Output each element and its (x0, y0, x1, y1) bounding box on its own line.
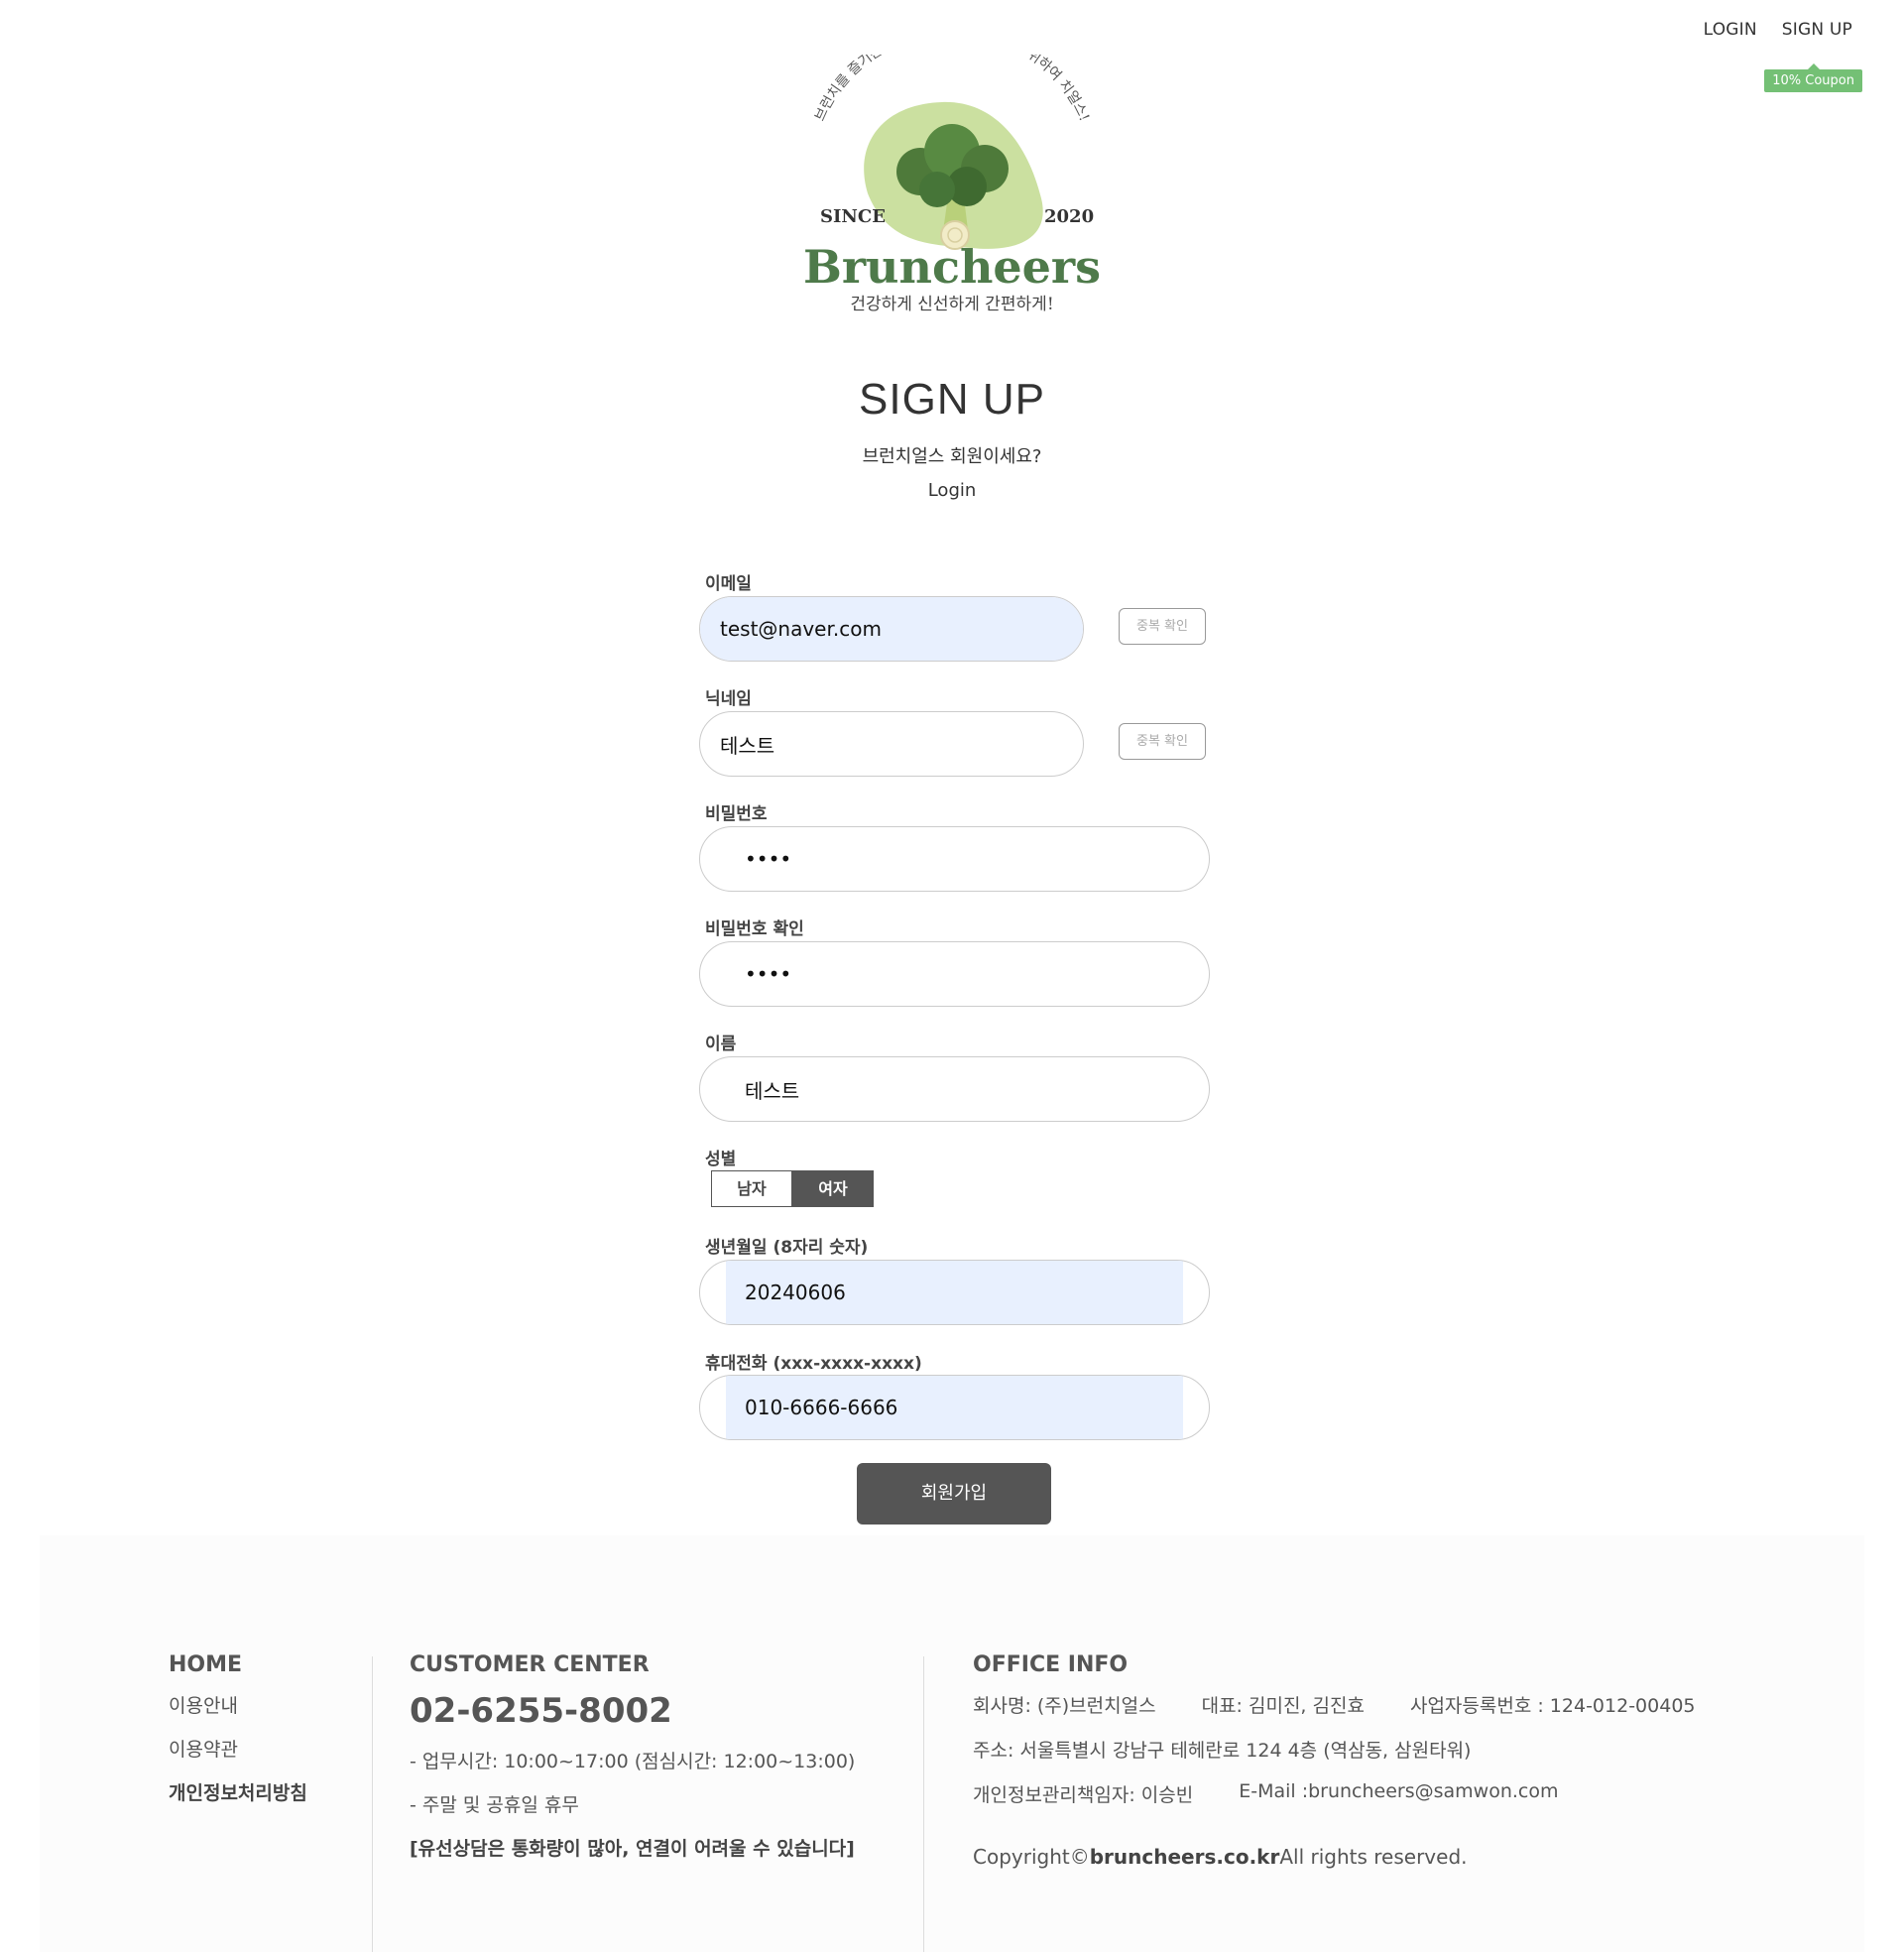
nickname-field-wrapper (699, 711, 1084, 777)
footer-link-guide[interactable]: 이용안내 (169, 1691, 307, 1718)
footer-customer-title: CUSTOMER CENTER (410, 1652, 650, 1677)
signup-submit-button[interactable]: 회원가입 (857, 1463, 1051, 1525)
bruncheers-logo[interactable]: 브런치를 즐기는 브런치어, 당신의 건강을 위하여 치얼스! SINCE 20… (778, 55, 1126, 332)
footer-privacy-officer: 개인정보관리책임자: 이승빈 (973, 1784, 1194, 1806)
email-field-wrapper (699, 596, 1084, 662)
login-nav-link[interactable]: LOGIN (1704, 20, 1757, 40)
gender-toggle: 남자 여자 (711, 1170, 874, 1207)
footer-customer-phone: 02-6255-8002 (410, 1691, 672, 1731)
logo-slogan: 건강하게 신선하게 간편하게! (850, 295, 1053, 314)
footer-copyright-domain: bruncheers.co.kr (1089, 1845, 1280, 1869)
footer-copyright: Copyright©bruncheers.co.krAll rights res… (973, 1845, 1468, 1869)
top-nav: LOGIN SIGN UP (1704, 20, 1852, 40)
password-field[interactable] (700, 827, 1209, 891)
phone-field[interactable] (700, 1376, 1209, 1439)
footer-office-title: OFFICE INFO (973, 1652, 1129, 1677)
name-field-wrapper (699, 1056, 1210, 1122)
footer-home-title[interactable]: HOME (169, 1652, 307, 1677)
password-label: 비밀번호 (705, 804, 768, 824)
page-title: SIGN UP (859, 375, 1045, 424)
phone-label: 휴대전화 (xxx-xxxx-xxxx) (705, 1354, 922, 1374)
footer-customer-hours: - 업무시간: 10:00~17:00 (점심시간: 12:00~13:00) (410, 1751, 856, 1772)
email-dup-check-button[interactable]: 중복 확인 (1119, 608, 1206, 645)
nickname-label: 닉네임 (705, 689, 752, 709)
email-field[interactable] (700, 597, 1083, 661)
page-subtitle: 브런치얼스 회원이세요? (862, 446, 1042, 467)
password-confirm-label: 비밀번호 확인 (705, 919, 804, 939)
password-confirm-field[interactable] (700, 942, 1209, 1006)
nickname-dup-check-button[interactable]: 중복 확인 (1119, 723, 1206, 760)
footer: HOME 이용안내 이용약관 개인정보처리방침 CUSTOMER CENTER … (40, 1535, 1864, 1952)
phone-field-wrapper (699, 1375, 1210, 1440)
coupon-badge[interactable]: 10% Coupon (1764, 63, 1862, 92)
gender-female-option[interactable]: 여자 (792, 1170, 874, 1207)
footer-home-column: HOME 이용안내 이용약관 개인정보처리방침 (169, 1652, 307, 1822)
footer-customer-holiday: - 주말 및 공휴일 휴무 (410, 1794, 579, 1816)
birth-field-wrapper (699, 1260, 1210, 1325)
password-confirm-field-wrapper (699, 941, 1210, 1007)
nickname-field[interactable] (700, 712, 1083, 776)
password-field-wrapper (699, 826, 1210, 892)
gender-male-option[interactable]: 남자 (711, 1170, 792, 1207)
birth-label: 생년월일 (8자리 숫자) (705, 1238, 869, 1258)
footer-office-row: 회사명: (주)브런치얼스 대표: 김미진, 김진효 사업자등록번호 : 124… (973, 1691, 1696, 1718)
footer-divider (372, 1656, 373, 1952)
login-link[interactable]: Login (0, 480, 1904, 501)
footer-email: E-Mail :bruncheers@samwon.com (1239, 1780, 1559, 1802)
gender-label: 성별 (705, 1150, 737, 1169)
footer-office-column: OFFICE INFO 회사명: (주)브런치얼스 대표: 김미진, 김진효 사… (973, 1652, 1696, 1869)
footer-address: 주소: 서울특별시 강남구 테헤란로 124 4층 (역삼동, 삼원타워) (973, 1740, 1472, 1762)
logo-brand: Bruncheers (803, 240, 1101, 294)
footer-office-row: 주소: 서울특별시 강남구 테헤란로 124 4층 (역삼동, 삼원타워) (973, 1736, 1696, 1763)
name-field[interactable] (700, 1057, 1209, 1121)
footer-office-row: 개인정보관리책임자: 이승빈 E-Mail :bruncheers@samwon… (973, 1780, 1696, 1807)
birth-field[interactable] (700, 1261, 1209, 1324)
footer-divider (923, 1656, 924, 1952)
email-label: 이메일 (705, 574, 752, 594)
footer-customer-column: CUSTOMER CENTER 02-6255-8002 - 업무시간: 10:… (410, 1652, 855, 1878)
footer-ceo: 대표: 김미진, 김진효 (1201, 1695, 1365, 1717)
logo-year: 2020 (1044, 206, 1094, 227)
footer-customer-notice: [유선상담은 통화량이 많아, 연결이 어려울 수 있습니다] (410, 1838, 855, 1860)
name-label: 이름 (705, 1035, 737, 1054)
logo-since: SINCE (820, 206, 886, 227)
footer-link-privacy[interactable]: 개인정보처리방침 (169, 1778, 307, 1805)
signup-nav-link[interactable]: SIGN UP (1782, 20, 1852, 40)
footer-link-terms[interactable]: 이용약관 (169, 1735, 307, 1762)
footer-company-name: 회사명: (주)브런치얼스 (973, 1695, 1156, 1717)
footer-biz-no: 사업자등록번호 : 124-012-00405 (1409, 1695, 1696, 1717)
